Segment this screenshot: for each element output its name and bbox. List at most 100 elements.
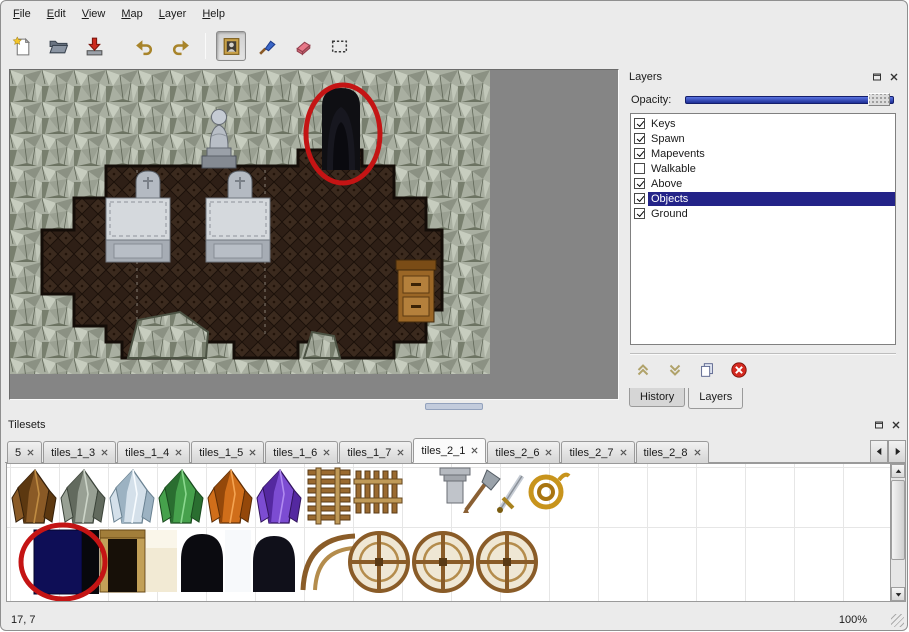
turntable-tile <box>414 533 472 591</box>
delete-layer-button[interactable] <box>728 359 750 381</box>
toolbar-separator <box>205 33 206 59</box>
chevron-down-icon <box>666 361 684 379</box>
menu-help[interactable]: Help <box>194 5 233 23</box>
arrow-down-icon <box>895 591 902 598</box>
tileset-tab[interactable]: tiles_2_6 <box>487 441 560 463</box>
tileset-tab[interactable]: tiles_2_7 <box>561 441 634 463</box>
tileset-tab[interactable]: tiles_2_8 <box>636 441 709 463</box>
opacity-slider-handle[interactable] <box>868 93 890 106</box>
tileset-tab[interactable]: tiles_1_6 <box>265 441 338 463</box>
move-layer-down-button[interactable] <box>664 359 686 381</box>
map-canvas[interactable] <box>9 69 619 400</box>
layer-row[interactable]: Keys <box>631 116 895 131</box>
menu-edit[interactable]: Edit <box>39 5 74 23</box>
menu-bar: File Edit View Map Layer Help <box>5 4 233 24</box>
tileset-tab[interactable]: tiles_1_5 <box>191 441 264 463</box>
undo-button[interactable] <box>129 31 159 61</box>
float-button[interactable] <box>872 419 886 432</box>
tileset-tab-label: tiles_1_3 <box>51 447 95 459</box>
tileset-tab[interactable]: 5 <box>7 441 42 463</box>
float-button[interactable] <box>870 71 884 84</box>
brush-tool-icon <box>257 36 278 57</box>
splitter-handle[interactable] <box>425 403 483 410</box>
menu-map[interactable]: Map <box>113 5 150 23</box>
layer-visibility-checkbox[interactable] <box>634 133 645 144</box>
cream-tile-highlight <box>146 530 177 548</box>
tilesets-panel-titlebar: Tilesets <box>8 417 903 433</box>
layer-name: Objects <box>648 192 895 206</box>
select-tool-button[interactable] <box>324 31 354 61</box>
tileset-canvas[interactable] <box>6 463 891 602</box>
float-icon <box>874 420 884 430</box>
stamp-tool-button[interactable] <box>216 31 246 61</box>
close-icon <box>889 72 899 82</box>
tab-close-icon[interactable] <box>175 449 182 456</box>
new-file-button[interactable] <box>7 31 37 61</box>
layer-visibility-checkbox[interactable] <box>634 148 645 159</box>
tileset-tab[interactable]: tiles_2_1 <box>413 438 486 463</box>
scroll-up-button[interactable] <box>891 464 905 478</box>
tab-close-icon[interactable] <box>323 449 330 456</box>
save-button[interactable] <box>79 31 109 61</box>
scrollbar-thumb[interactable] <box>891 480 905 560</box>
tileset-vertical-scrollbar[interactable] <box>890 463 906 602</box>
tab-layers[interactable]: Layers <box>688 388 743 409</box>
layer-row[interactable]: Above <box>631 176 895 191</box>
scroll-tabs-left-button[interactable] <box>870 440 888 463</box>
move-layer-up-button[interactable] <box>632 359 654 381</box>
chevron-up-icon <box>634 361 652 379</box>
tab-close-icon[interactable] <box>545 449 552 456</box>
layer-row[interactable]: Mapevents <box>631 146 895 161</box>
tab-close-icon[interactable] <box>694 449 701 456</box>
redo-button[interactable] <box>165 31 195 61</box>
eraser-tool-button[interactable] <box>288 31 318 61</box>
tab-close-icon[interactable] <box>249 449 256 456</box>
brush-tool-button[interactable] <box>252 31 282 61</box>
stamp-tool-icon <box>221 36 242 57</box>
tileset-tab-label: tiles_1_7 <box>347 447 391 459</box>
tab-close-icon[interactable] <box>471 447 478 454</box>
tileset-tab-label: tiles_1_4 <box>125 447 169 459</box>
menu-file[interactable]: File <box>5 5 39 23</box>
layer-row[interactable]: Ground <box>631 206 895 221</box>
tileset-tab[interactable]: tiles_1_7 <box>339 441 412 463</box>
tileset-tab[interactable]: tiles_1_4 <box>117 441 190 463</box>
scroll-tabs-right-button[interactable] <box>888 440 906 463</box>
tileset-tab-label: tiles_2_8 <box>644 447 688 459</box>
scrollbar-track[interactable] <box>891 478 905 587</box>
layer-visibility-checkbox[interactable] <box>634 178 645 189</box>
tab-close-icon[interactable] <box>620 449 627 456</box>
map-drawing <box>10 70 618 399</box>
menu-view[interactable]: View <box>74 5 114 23</box>
close-button[interactable] <box>889 419 903 432</box>
menu-layer[interactable]: Layer <box>151 5 195 23</box>
duplicate-layer-button[interactable] <box>696 359 718 381</box>
opacity-slider[interactable] <box>685 92 896 107</box>
layer-name: Keys <box>648 117 895 131</box>
resize-grip[interactable] <box>891 614 904 627</box>
layer-row[interactable]: Spawn <box>631 131 895 146</box>
tileset-tab-label: tiles_2_6 <box>495 447 539 459</box>
layer-visibility-checkbox[interactable] <box>634 193 645 204</box>
save-icon <box>84 36 105 57</box>
close-button[interactable] <box>887 71 901 84</box>
tab-history[interactable]: History <box>629 388 685 407</box>
tab-close-icon[interactable] <box>27 449 34 456</box>
layer-visibility-checkbox[interactable] <box>634 208 645 219</box>
layer-visibility-checkbox[interactable] <box>634 163 645 174</box>
tileset-tab-label: tiles_1_6 <box>273 447 317 459</box>
open-button[interactable] <box>43 31 73 61</box>
layer-name: Ground <box>648 207 895 221</box>
arrow-left-icon <box>875 447 884 456</box>
tileset-tab[interactable]: tiles_1_3 <box>43 441 116 463</box>
layer-list: Keys Spawn Mapevents Walkable Above Obje… <box>630 113 896 345</box>
scroll-down-button[interactable] <box>891 587 905 601</box>
horizontal-splitter[interactable] <box>9 402 619 411</box>
track-tile-horizontal <box>354 471 402 513</box>
layer-row[interactable]: Walkable <box>631 161 895 176</box>
tab-close-icon[interactable] <box>397 449 404 456</box>
layer-visibility-checkbox[interactable] <box>634 118 645 129</box>
layer-row[interactable]: Objects <box>631 191 895 206</box>
tileset-tab-bar: 5 tiles_1_3 tiles_1_4 tiles_1_5 tiles_1_… <box>5 437 906 463</box>
tab-close-icon[interactable] <box>101 449 108 456</box>
